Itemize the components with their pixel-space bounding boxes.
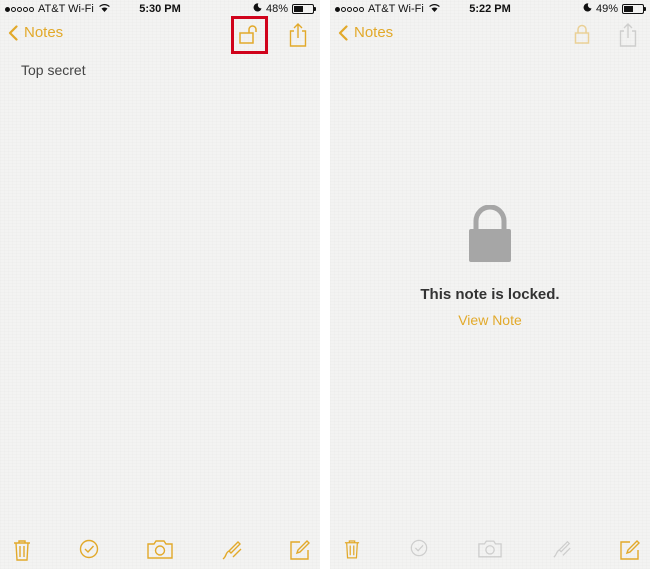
moon-icon (253, 3, 262, 15)
locked-message: This note is locked. View Note (330, 204, 650, 330)
back-label: Notes (354, 24, 394, 41)
status-bar: AT&T Wi-Fi 5:30 PM 48% (0, 0, 320, 18)
sketch-icon (552, 539, 572, 564)
sketch-icon[interactable] (221, 539, 243, 566)
chevron-left-icon (8, 24, 18, 41)
back-button[interactable]: Notes (8, 24, 63, 41)
padlock-icon (467, 204, 513, 270)
battery-percent: 49% (595, 3, 618, 15)
battery-icon (292, 4, 316, 14)
view-note-link[interactable]: View Note (458, 312, 522, 328)
checklist-icon (410, 539, 428, 562)
camera-icon (478, 539, 502, 563)
share-icon[interactable] (288, 22, 308, 53)
locked-title: This note is locked. (420, 286, 560, 303)
status-right: 48% (253, 3, 316, 15)
nav-bar: Notes (0, 18, 320, 54)
back-label: Notes (24, 24, 64, 41)
lock-button-highlight (231, 16, 268, 54)
battery-icon (622, 4, 646, 14)
trash-icon[interactable] (344, 539, 360, 564)
lock-icon[interactable] (574, 24, 590, 51)
trash-icon[interactable] (13, 539, 31, 566)
checklist-icon[interactable] (79, 539, 99, 564)
status-right: 49% (583, 3, 646, 15)
battery-percent: 48% (265, 3, 288, 15)
note-screen-unlocked: AT&T Wi-Fi 5:30 PM 48% Notes Top secret (0, 0, 320, 569)
chevron-left-icon (338, 24, 348, 41)
camera-icon[interactable] (147, 539, 173, 564)
share-icon (618, 22, 638, 53)
bottom-toolbar (330, 531, 650, 569)
status-bar: AT&T Wi-Fi 5:22 PM 49% (330, 0, 650, 18)
note-body[interactable]: Top secret (21, 62, 86, 78)
nav-bar: Notes (330, 18, 650, 54)
bottom-toolbar (0, 531, 320, 569)
moon-icon (583, 3, 592, 15)
back-button[interactable]: Notes (338, 24, 393, 41)
compose-icon[interactable] (619, 539, 641, 566)
compose-icon[interactable] (289, 539, 311, 566)
note-screen-locked: AT&T Wi-Fi 5:22 PM 49% Notes This note i… (330, 0, 650, 569)
